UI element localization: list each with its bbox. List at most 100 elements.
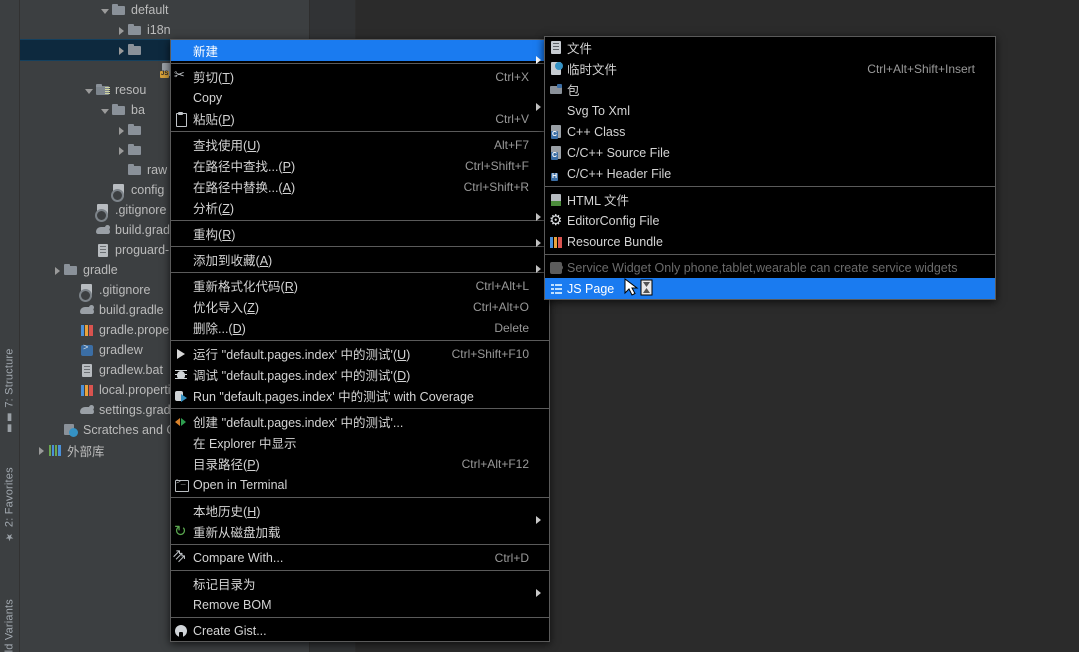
menu-item[interactable]: Compare With... Ctrl+D — [171, 547, 549, 568]
menu-separator — [171, 131, 549, 132]
menu-item-label: 调试 ''default.pages.index' 中的测试'(D) — [193, 369, 411, 383]
menu-item[interactable]: C/C++ Header File — [545, 163, 995, 184]
menu-item[interactable]: 在路径中替换...(A) Ctrl+Shift+R — [171, 176, 549, 197]
menu-icon-none — [171, 252, 193, 268]
scissors-icon — [174, 67, 188, 84]
tree-row[interactable]: default — [20, 0, 309, 20]
menu-item-label: Service Widget Only phone,tablet,wearabl… — [567, 260, 958, 275]
create-config-icon — [174, 415, 188, 429]
menu-item[interactable]: Create Gist... — [171, 620, 549, 641]
chevron-down-icon[interactable] — [100, 5, 111, 16]
terminal-icon — [171, 477, 193, 493]
menu-item-label: 添加到收藏(A) — [193, 254, 273, 268]
play-icon — [174, 347, 188, 361]
menu-item[interactable]: 优化导入(Z) Ctrl+Alt+O — [171, 296, 549, 317]
cpph-icon — [549, 167, 563, 181]
menu-item[interactable]: 删除...(D) Delete — [171, 317, 549, 338]
menu-item[interactable]: 在路径中查找...(P) Ctrl+Shift+F — [171, 155, 549, 176]
menu-item[interactable]: 添加到收藏(A) — [171, 249, 549, 273]
menu-item-label: Svg To Xml — [567, 103, 630, 118]
menu-item[interactable]: 重新格式化代码(R) Ctrl+Alt+L — [171, 275, 549, 296]
menu-item[interactable]: 目录路径(P) Ctrl+Alt+F12 — [171, 453, 549, 474]
menu-item[interactable]: Resource Bundle — [545, 231, 995, 252]
menu-item[interactable]: Svg To Xml — [545, 100, 995, 121]
folder-icon — [127, 22, 143, 38]
menu-item-label: 包 — [567, 84, 580, 98]
menu-item[interactable]: 在 Explorer 中显示 — [171, 432, 549, 453]
gradle-icon — [79, 302, 95, 318]
menu-item[interactable]: 标记目录为 — [171, 573, 549, 597]
menu-item[interactable]: 运行 ''default.pages.index' 中的测试'(U) Ctrl+S… — [171, 343, 549, 364]
chevron-right-icon[interactable] — [36, 445, 47, 456]
menu-separator — [171, 544, 549, 545]
menu-separator — [171, 570, 549, 571]
menu-item[interactable]: 调试 ''default.pages.index' 中的测试'(D) — [171, 364, 549, 385]
chevron-right-icon[interactable] — [116, 145, 127, 156]
menu-item-label: JS Page — [567, 281, 615, 296]
menu-item[interactable]: 临时文件 Ctrl+Alt+Shift+Insert — [545, 58, 995, 79]
tool-tab-label: ld Variants — [3, 598, 16, 652]
menu-item[interactable]: 粘贴(P) Ctrl+V — [171, 108, 549, 129]
menu-item-mnemonic: (R) — [218, 228, 236, 242]
menu-item[interactable]: EditorConfig File — [545, 210, 995, 231]
jspage-icon — [549, 282, 563, 296]
html-icon — [549, 193, 563, 207]
gradle-icon — [79, 402, 95, 418]
github-icon — [171, 623, 193, 639]
folder-icon — [63, 262, 79, 278]
tree-row-label: ba — [131, 103, 145, 117]
chevron-down-icon[interactable] — [84, 85, 95, 96]
reload-icon — [171, 522, 193, 540]
chevron-right-icon[interactable] — [116, 25, 127, 36]
menu-item-mnemonic: (T) — [218, 71, 234, 85]
new-submenu[interactable]: 文件临时文件 Ctrl+Alt+Shift+Insert 包 Svg To Xml C+… — [544, 36, 996, 300]
cpp-icon — [549, 145, 563, 160]
chevron-right-icon[interactable] — [116, 45, 127, 56]
menu-item[interactable]: 创建 ''default.pages.index' 中的测试'... — [171, 411, 549, 432]
menu-item[interactable]: Remove BOM — [171, 594, 549, 615]
menu-item-shortcut: Ctrl+Shift+F — [464, 158, 529, 173]
tree-row-label: build.gradle — [99, 303, 164, 317]
menu-item[interactable]: 重新从磁盘加载 — [171, 521, 549, 542]
menu-item[interactable]: 本地历史(H) — [171, 500, 549, 524]
menu-item[interactable]: Run "default.pages.index' 中的测试' with Cov… — [171, 385, 549, 406]
menu-item[interactable]: Open in Terminal — [171, 474, 549, 495]
menu-separator — [171, 497, 549, 498]
terminal-icon — [174, 478, 189, 492]
menu-item[interactable]: 分析(Z) — [171, 197, 549, 221]
menu-item-label: Copy — [193, 90, 223, 105]
tree-row-label: default — [131, 3, 169, 17]
tree-row[interactable]: i18n — [20, 20, 309, 40]
menu-icon-none — [171, 226, 193, 242]
menu-item[interactable]: Copy — [171, 87, 549, 111]
structure-icon: ▮▮ — [4, 411, 15, 434]
menu-item-shortcut: Ctrl+Shift+R — [463, 179, 529, 194]
menu-item[interactable]: 查找使用(U) Alt+F7 — [171, 134, 549, 155]
menu-item[interactable]: 新建 — [171, 40, 549, 64]
bundle-icon — [549, 235, 563, 249]
chevron-right-icon[interactable] — [116, 125, 127, 136]
chevron-down-icon[interactable] — [100, 105, 111, 116]
tool-tab-label: 2: Favorites — [3, 466, 16, 527]
menu-item[interactable]: 文件 — [545, 37, 995, 58]
menu-item[interactable]: JS Page — [545, 278, 995, 299]
sidebar-item-build-variants[interactable]: ld Variants — [0, 599, 19, 652]
cpp — [545, 124, 567, 140]
menu-item[interactable]: C/C++ Source File — [545, 142, 995, 163]
sidebar-item-structure[interactable]: ▮▮ 7: Structure — [0, 348, 19, 434]
menu-item[interactable]: C++ Class — [545, 121, 995, 142]
chevron-right-icon[interactable] — [52, 265, 63, 276]
debug-icon — [174, 368, 188, 382]
play-icon — [171, 346, 193, 362]
pkg — [545, 82, 567, 98]
gear — [545, 211, 567, 229]
menu-item[interactable]: 重构(R) — [171, 223, 549, 247]
context-menu[interactable]: 新建剪切(T) Ctrl+X Copy 粘贴(P) Ctrl+V 查找使用(U) Alt+F… — [170, 39, 550, 642]
menu-item[interactable]: 包 — [545, 79, 995, 100]
menu-item[interactable]: 剪切(T) Ctrl+X — [171, 66, 549, 87]
menu-item[interactable]: HTML 文件 — [545, 189, 995, 210]
menu-item-mnemonic: (A) — [255, 254, 273, 268]
menu-icon-none — [171, 90, 193, 106]
sidebar-item-favorites[interactable]: ★ 2: Favorites — [0, 467, 19, 542]
